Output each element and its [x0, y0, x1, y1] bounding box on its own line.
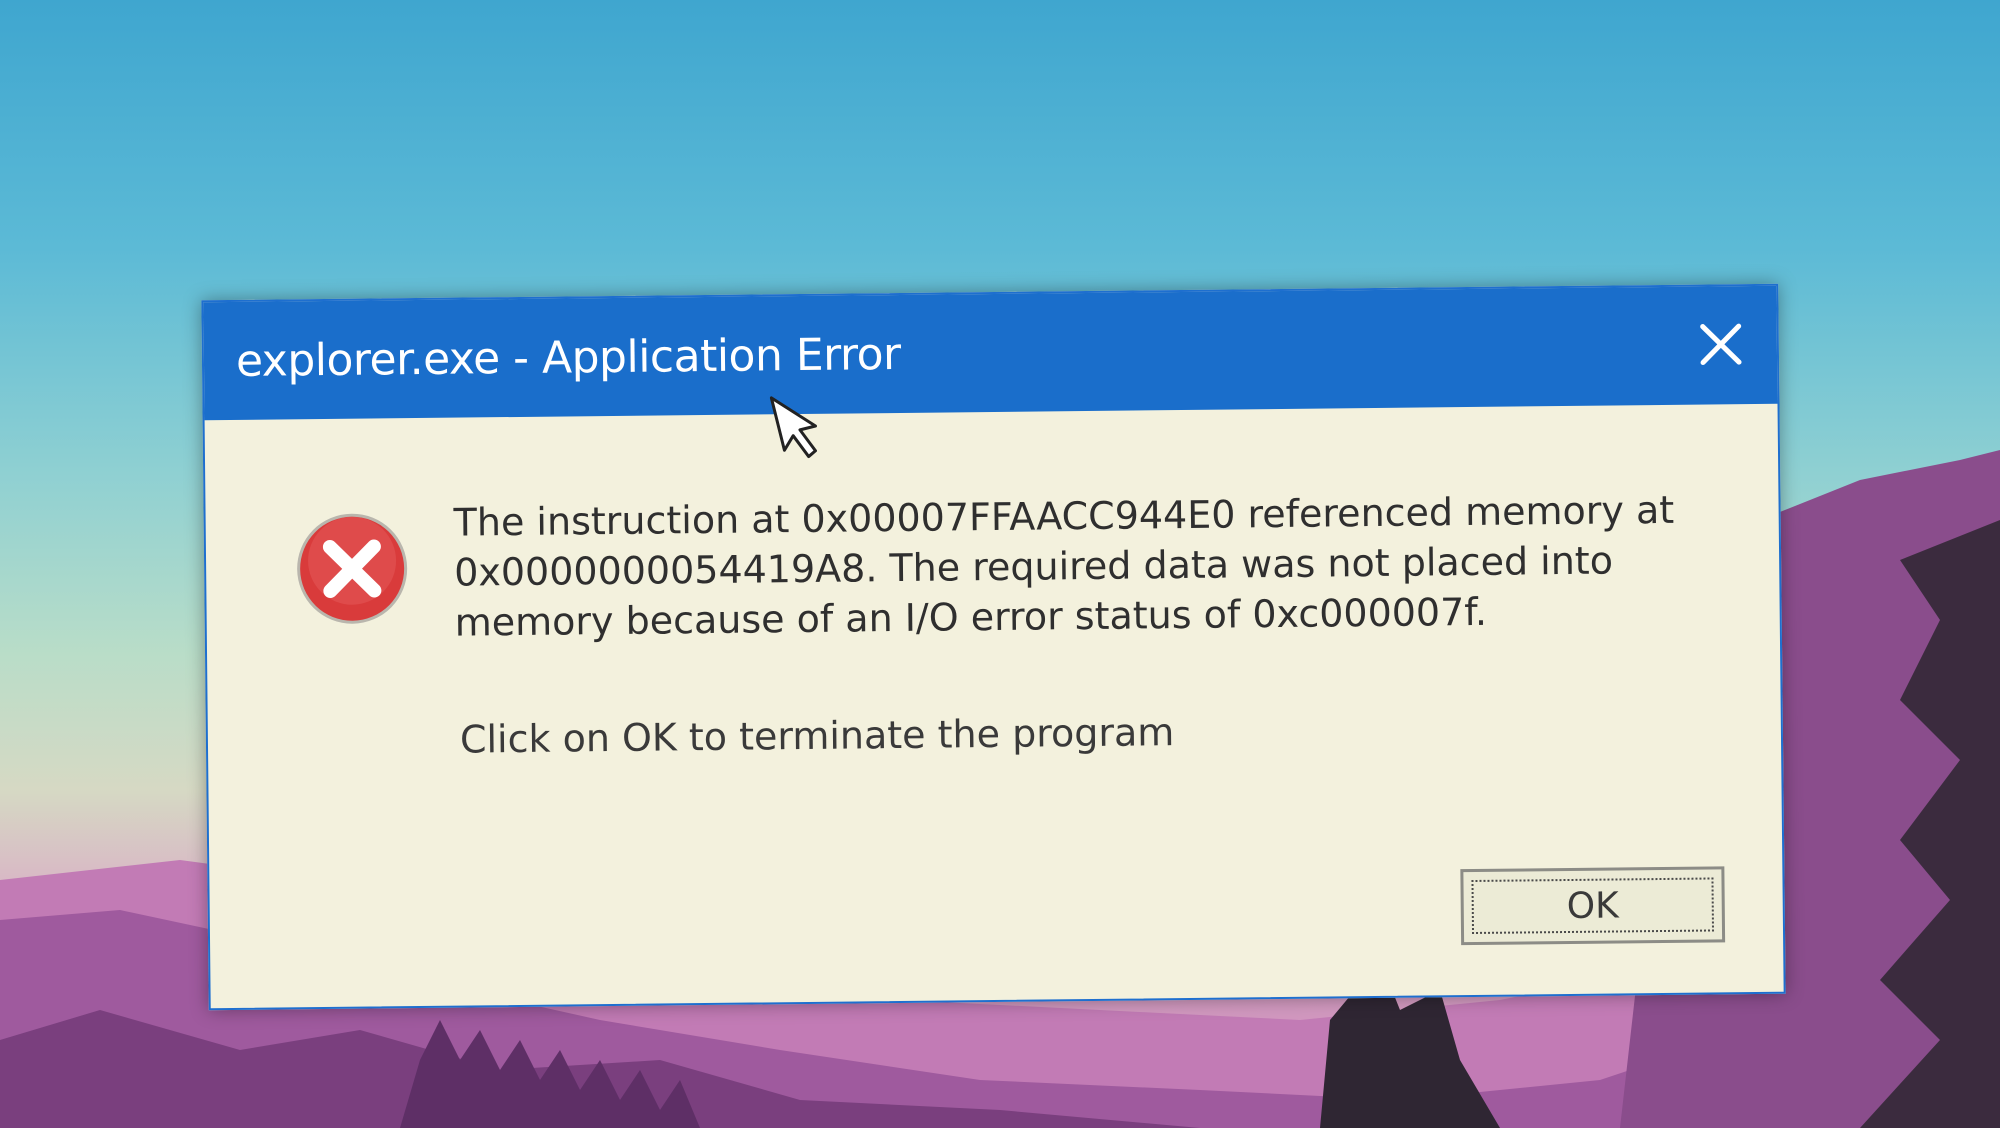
dialog-titlebar[interactable]: explorer.exe - Application Error — [203, 285, 1778, 421]
error-message: The instruction at 0x00007FFAACC944E0 re… — [453, 484, 1715, 647]
dialog-content: The instruction at 0x00007FFAACC944E0 re… — [205, 404, 1784, 1008]
close-button[interactable] — [1693, 316, 1750, 373]
ok-button[interactable]: OK — [1460, 866, 1726, 946]
desktop-background: explorer.exe - Application Error The ins… — [0, 0, 2000, 1128]
dialog-title: explorer.exe - Application Error — [235, 328, 901, 387]
ok-focus-rect: OK — [1471, 877, 1715, 935]
terminate-prompt: Click on OK to terminate the program — [459, 710, 1175, 762]
error-dialog: explorer.exe - Application Error The ins… — [201, 283, 1786, 1011]
ok-button-label: OK — [1566, 884, 1619, 927]
close-icon — [1700, 323, 1742, 366]
error-icon — [294, 510, 411, 627]
